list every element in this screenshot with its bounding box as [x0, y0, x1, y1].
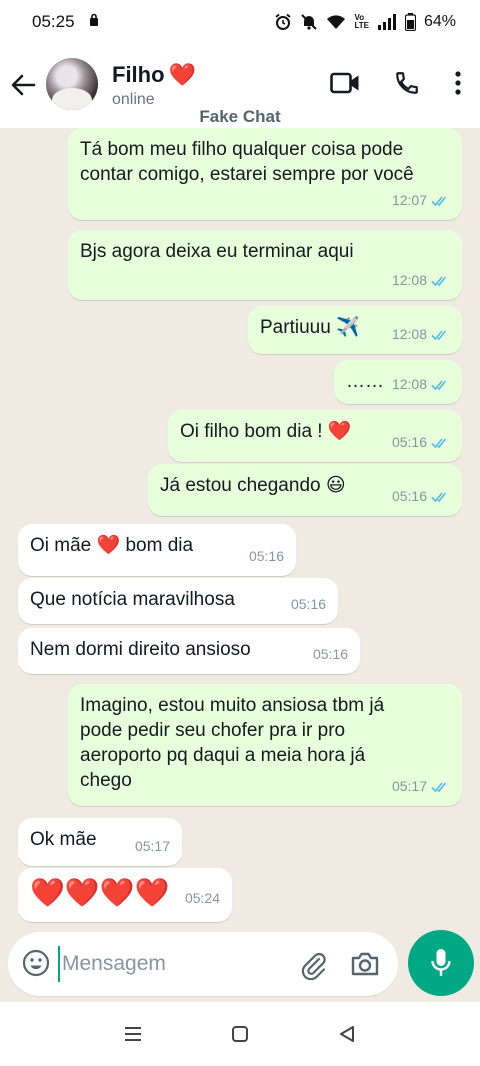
attach-button[interactable]: [298, 950, 328, 985]
chat-area[interactable]: Tá bom meu filho qualquer coisa pode con…: [0, 128, 480, 930]
alarm-icon: [274, 13, 292, 31]
message-input[interactable]: [58, 946, 278, 982]
message-time: 05:16: [391, 488, 427, 504]
system-nav-bar: [0, 1002, 480, 1066]
read-ticks-icon: [431, 329, 447, 340]
battery-icon: [404, 13, 416, 31]
mic-icon: [431, 949, 451, 976]
recents-button[interactable]: [113, 1014, 153, 1054]
message-time: 12:08: [391, 376, 427, 392]
read-ticks-icon: [431, 491, 447, 502]
voice-call-button[interactable]: [394, 70, 420, 101]
read-ticks-icon: [431, 437, 447, 448]
voice-message-button[interactable]: [408, 930, 474, 996]
back-nav-button[interactable]: [327, 1014, 367, 1054]
message-incoming[interactable]: Oi mãe ❤️ bom dia 05:16: [18, 524, 296, 576]
more-vert-icon: [455, 71, 461, 95]
message-outgoing[interactable]: …… 12:08: [334, 360, 462, 404]
message-outgoing[interactable]: Imagino, estou muito ansiosa tbm já pode…: [68, 684, 462, 806]
message-time: 05:17: [134, 838, 170, 854]
emoji-button[interactable]: [22, 949, 50, 982]
read-ticks-icon: [431, 195, 447, 206]
phone-icon: [396, 72, 418, 94]
volte-icon: Vo LTE: [354, 13, 369, 30]
message-time: 12:08: [391, 272, 427, 288]
mute-icon: [300, 13, 318, 31]
message-text: Oi mãe ❤️ bom dia: [30, 535, 194, 556]
contact-name-emoji: ❤️: [168, 62, 196, 87]
message-incoming[interactable]: Ok mãe 05:17: [18, 818, 182, 866]
status-time: 05:25: [32, 12, 75, 31]
camera-icon: [351, 952, 379, 976]
avatar[interactable]: [46, 58, 98, 110]
composer-bar: [0, 930, 480, 1002]
message-time: 12:07: [391, 192, 427, 208]
attach-icon: [301, 952, 326, 981]
camera-button[interactable]: [350, 950, 380, 983]
read-ticks-icon: [431, 275, 447, 286]
message-time: 05:17: [391, 778, 427, 794]
message-outgoing[interactable]: Tá bom meu filho qualquer coisa pode con…: [68, 128, 462, 220]
home-button[interactable]: [220, 1014, 260, 1054]
message-incoming[interactable]: Que notícia maravilhosa 05:16: [18, 578, 338, 624]
back-arrow-icon: [11, 74, 36, 96]
signal-icon: [377, 14, 397, 30]
video-call-icon: [330, 72, 359, 94]
composer-box: [8, 932, 398, 996]
message-time: 05:16: [312, 646, 348, 662]
message-outgoing[interactable]: Já estou chegando 😃 05:16: [148, 464, 462, 516]
message-time: 12:08: [391, 326, 427, 342]
message-incoming[interactable]: ❤️❤️❤️❤️ 05:24: [18, 868, 232, 922]
message-time: 05:24: [184, 890, 220, 906]
contact-name-text: Filho: [112, 62, 165, 87]
message-text: Bjs agora deixa eu terminar aqui: [80, 241, 354, 262]
back-nav-icon: [339, 1026, 354, 1042]
video-call-button[interactable]: [330, 72, 360, 99]
contact-name[interactable]: Filho ❤️: [112, 62, 196, 88]
status-bar: 05:25 Vo LTE 64%: [0, 0, 480, 44]
message-time: 05:16: [391, 434, 427, 450]
message-outgoing[interactable]: Partiuuu ✈️ 12:08: [248, 306, 462, 354]
more-options-button[interactable]: [454, 70, 462, 101]
home-icon: [231, 1026, 248, 1042]
message-outgoing[interactable]: Oi filho bom dia ! ❤️ 05:16: [168, 410, 462, 462]
message-outgoing[interactable]: Bjs agora deixa eu terminar aqui 12:08: [68, 230, 462, 300]
message-time: 05:16: [290, 596, 326, 612]
message-text: Que notícia maravilhosa: [30, 589, 235, 610]
wifi-icon: [326, 14, 346, 30]
back-button[interactable]: [8, 70, 38, 100]
emoji-icon: [22, 949, 50, 977]
read-ticks-icon: [431, 379, 447, 390]
read-ticks-icon: [431, 781, 447, 792]
battery-percent: 64%: [423, 13, 456, 30]
recents-icon: [125, 1027, 142, 1041]
message-text: Imagino, estou muito ansiosa tbm já pode…: [80, 695, 385, 791]
overlay-watermark-label: Fake Chat: [199, 107, 281, 126]
message-time: 05:16: [248, 548, 284, 564]
message-incoming[interactable]: Nem dormi direito ansioso 05:16: [18, 628, 360, 674]
lock-icon: [89, 12, 99, 32]
message-text: Nem dormi direito ansioso: [30, 639, 251, 660]
message-text: Tá bom meu filho qualquer coisa pode con…: [80, 139, 414, 185]
chat-header: Filho ❤️ online Fake Chat: [0, 44, 480, 132]
